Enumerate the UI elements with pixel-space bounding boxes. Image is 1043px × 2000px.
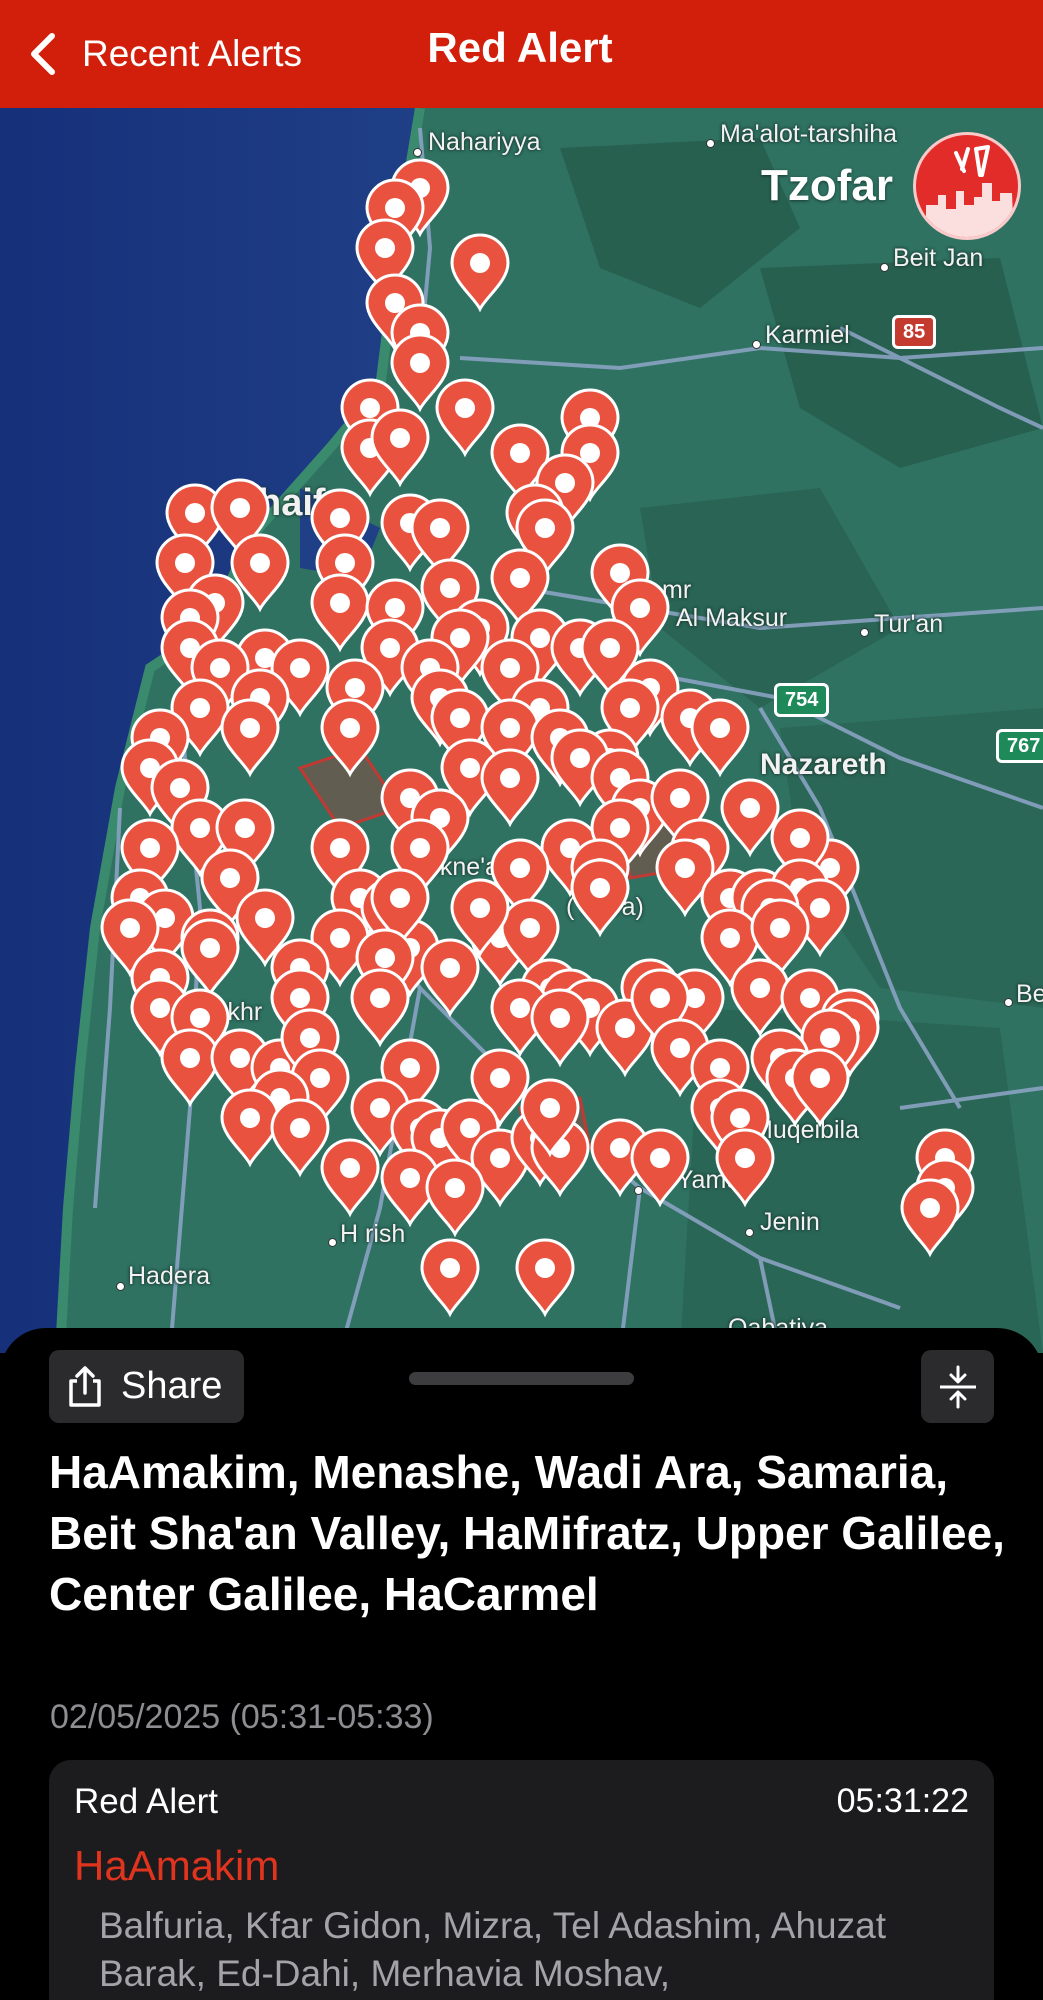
alert-pin-icon[interactable] [420, 938, 480, 1018]
alert-pin-icon[interactable] [180, 918, 240, 998]
sheet-grabber[interactable] [409, 1372, 634, 1385]
alert-pin-icon[interactable] [310, 573, 370, 653]
alert-pin-icon[interactable] [570, 858, 630, 938]
alert-time: 05:31:22 [836, 1782, 969, 1820]
alert-type: Red Alert [74, 1782, 218, 1821]
brand: Tzofar [761, 132, 1021, 240]
tzofar-logo-icon [913, 132, 1021, 240]
collapse-vertical-icon [939, 1365, 976, 1408]
alert-pin-icon[interactable] [730, 958, 790, 1038]
alert-cities-list: Balfuria, Kfar Gidon, Mizra, Tel Adashim… [99, 1905, 886, 1994]
alert-pin-icon[interactable] [900, 1178, 960, 1258]
share-button-label: Share [121, 1365, 223, 1407]
alert-pin-icon[interactable] [220, 698, 280, 778]
alert-pin-icon[interactable] [425, 1158, 485, 1238]
alert-time-range: 02/05/2025 (05:31-05:33) [50, 1698, 434, 1736]
alert-regions-title: HaAmakim, Menashe, Wadi Ara, Samaria, Be… [49, 1446, 1005, 1620]
navigation-bar: Recent Alerts Red Alert [0, 0, 1043, 108]
brand-name: Tzofar [761, 161, 893, 210]
page-title: Red Alert [427, 24, 613, 71]
share-icon [69, 1365, 101, 1407]
alert-pin-icon[interactable] [450, 233, 510, 313]
alert-pin-icon[interactable] [435, 378, 495, 458]
alert-pin-icon[interactable] [270, 1098, 330, 1178]
alert-map[interactable]: Nahariyya Ma'alot-tarshiha Beit Jan Karm… [0, 108, 1043, 1353]
alert-pin-icon[interactable] [515, 1238, 575, 1318]
alert-pin-icon[interactable] [715, 1128, 775, 1208]
alert-pin-icon[interactable] [480, 748, 540, 828]
alert-area-name: HaAmakim [74, 1842, 280, 1889]
alert-pin-icon[interactable] [690, 698, 750, 778]
alert-pin-icon[interactable] [350, 968, 410, 1048]
collapse-button[interactable] [921, 1350, 994, 1423]
alert-pin-icon[interactable] [720, 778, 780, 858]
alert-pin-icon[interactable] [320, 698, 380, 778]
alert-card[interactable]: Red Alert 05:31:22 HaAmakim Balfuria, Kf… [49, 1760, 994, 2000]
alert-pin-icon[interactable] [420, 1238, 480, 1318]
share-button[interactable]: Share [49, 1350, 244, 1423]
alert-pins-layer [100, 158, 975, 1318]
alert-details-sheet[interactable]: Share HaAmakim, Menashe, Wadi Ara, Samar… [0, 1328, 1043, 2000]
alert-pin-icon[interactable] [320, 1138, 380, 1218]
alert-pin-icon[interactable] [630, 1128, 690, 1208]
alert-pin-icon[interactable] [220, 1088, 280, 1168]
alert-pin-icon[interactable] [530, 988, 590, 1068]
alert-pin-icon[interactable] [160, 1028, 220, 1108]
